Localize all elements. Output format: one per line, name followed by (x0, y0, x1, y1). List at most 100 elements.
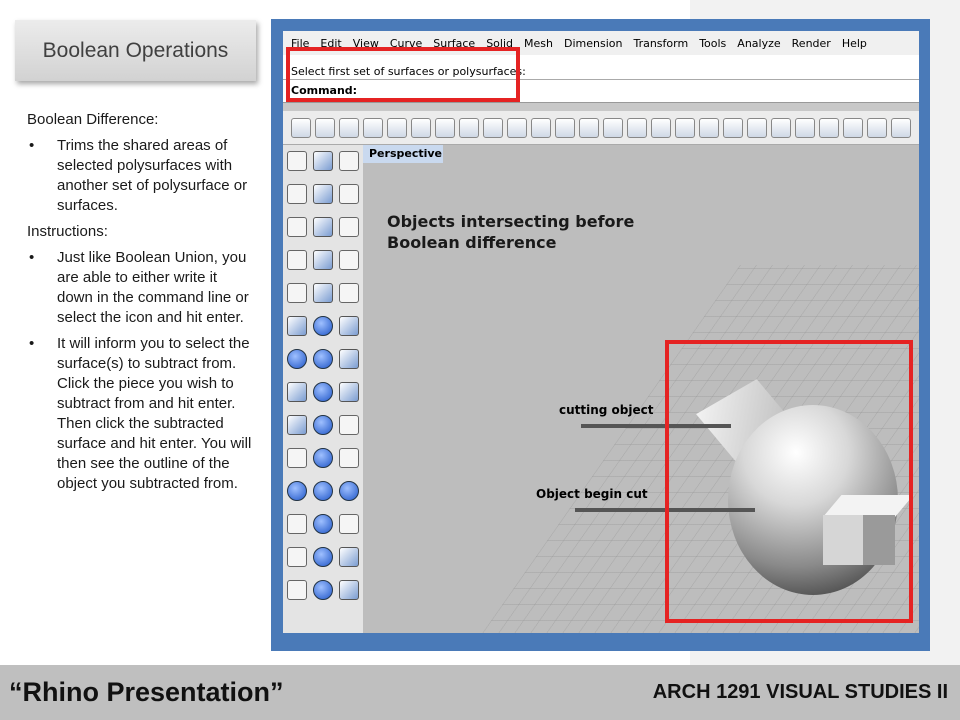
print-icon[interactable] (363, 117, 383, 138)
gear-icon[interactable] (339, 415, 359, 435)
bullet-glyph: • (29, 137, 35, 154)
standard-toolbar (283, 111, 919, 145)
difference-bullets: • Trims the shared areas of selected poly… (27, 136, 252, 216)
cut-icon[interactable] (411, 117, 431, 138)
box-bound-icon[interactable] (313, 250, 333, 270)
mesh-icon[interactable] (287, 382, 307, 402)
trim-solid-icon[interactable] (339, 448, 359, 468)
tool-column-1 (285, 151, 309, 613)
four-viewports-icon[interactable] (675, 117, 695, 138)
box-solid-icon[interactable] (313, 283, 333, 303)
layer-icon[interactable] (795, 117, 815, 138)
save-icon[interactable] (339, 117, 359, 138)
menu-help[interactable]: Help (842, 37, 867, 50)
split-icon[interactable] (287, 580, 307, 600)
bullet-item: • Trims the shared areas of selected poly… (27, 136, 252, 216)
copy-icon[interactable] (435, 117, 455, 138)
trim-icon[interactable] (287, 514, 307, 534)
polyline-icon[interactable] (287, 184, 307, 204)
boolean-difference-icon[interactable] (339, 481, 359, 501)
box-icon[interactable] (313, 151, 333, 171)
zoom-icon[interactable] (555, 117, 575, 138)
open-folder-icon[interactable] (315, 117, 335, 138)
pan-icon[interactable] (507, 117, 527, 138)
sphere-icon[interactable] (313, 316, 333, 336)
undo-view-icon[interactable] (651, 117, 671, 138)
zoom-extents-icon[interactable] (603, 117, 623, 138)
select-icon[interactable] (771, 117, 791, 138)
tube-icon[interactable] (313, 547, 333, 567)
rotate-view-icon[interactable] (531, 117, 551, 138)
footer-bar: “Rhino Presentation” ARCH 1291 VISUAL ST… (0, 665, 960, 720)
paraboloid-icon[interactable] (313, 382, 333, 402)
box-3pt-icon[interactable] (313, 184, 333, 204)
point-icon[interactable] (287, 151, 307, 171)
zoom-selected-icon[interactable] (627, 117, 647, 138)
solid-icon[interactable] (287, 349, 307, 369)
text-object-icon[interactable] (339, 547, 359, 567)
array-icon[interactable] (339, 580, 359, 600)
car-icon[interactable] (699, 117, 719, 138)
bullet-item: • Just like Boolean Union, you are able t… (27, 248, 252, 328)
cylinder-solid-icon[interactable] (339, 382, 359, 402)
rectangle-icon[interactable] (287, 250, 307, 270)
menu-dimension[interactable]: Dimension (564, 37, 622, 50)
transform-icon[interactable] (287, 547, 307, 567)
curve-icon[interactable] (287, 283, 307, 303)
section-heading-instructions: Instructions: (27, 223, 108, 240)
pyramid-icon[interactable] (313, 448, 333, 468)
menu-analyze[interactable]: Analyze (737, 37, 780, 50)
undo-icon[interactable] (483, 117, 503, 138)
torus-icon[interactable] (313, 580, 333, 600)
cone-icon[interactable] (313, 415, 333, 435)
select-arrow-icon[interactable] (339, 151, 359, 171)
annotation-cutting-object: cutting object (559, 403, 654, 417)
surface-corners-icon[interactable] (339, 316, 359, 336)
bullet-text: It will inform you to select the surface… (57, 335, 252, 492)
light-bulb-icon[interactable] (819, 117, 839, 138)
arc-icon[interactable] (339, 250, 359, 270)
boolean-icon[interactable] (287, 415, 307, 435)
extrude-icon[interactable] (339, 349, 359, 369)
polygon-icon[interactable] (339, 283, 359, 303)
bullet-glyph: • (29, 249, 35, 266)
lock-icon[interactable] (843, 117, 863, 138)
points-icon[interactable] (287, 481, 307, 501)
snap-icon[interactable] (747, 117, 767, 138)
slide-title-box: Boolean Operations (15, 20, 256, 81)
instruction-bullets: • Just like Boolean Union, you are able t… (27, 248, 252, 494)
tool-column-3 (337, 151, 361, 613)
grid-icon[interactable] (723, 117, 743, 138)
circle-icon[interactable] (287, 217, 307, 237)
viewport-caption: Objects intersecting before Boolean diff… (387, 211, 634, 253)
slide-body: Boolean Difference: • Trims the shared ar… (27, 110, 252, 500)
paste-icon[interactable] (459, 117, 479, 138)
fillet-icon[interactable] (339, 514, 359, 534)
edit-points-icon[interactable] (339, 184, 359, 204)
ellipsoid-icon[interactable] (313, 349, 333, 369)
menu-tools[interactable]: Tools (699, 37, 726, 50)
caption-line-1: Objects intersecting before (387, 212, 635, 231)
new-icon[interactable] (291, 117, 311, 138)
presentation-title: “Rhino Presentation” (9, 677, 284, 707)
import-icon[interactable] (387, 117, 407, 138)
menu-transform[interactable]: Transform (633, 37, 688, 50)
bullet-item: • It will inform you to select the surfac… (27, 334, 252, 494)
annotation-object-begin-cut: Object begin cut (536, 487, 648, 501)
material-icon[interactable] (867, 117, 887, 138)
menu-mesh[interactable]: Mesh (524, 37, 553, 50)
color-wheel-icon[interactable] (891, 117, 911, 138)
dimension-icon[interactable] (287, 448, 307, 468)
circle-center-icon[interactable] (339, 217, 359, 237)
zoom-window-icon[interactable] (579, 117, 599, 138)
surface-icon[interactable] (287, 316, 307, 336)
bullet-glyph: • (29, 335, 35, 352)
box-corners-icon[interactable] (313, 217, 333, 237)
section-heading-difference: Boolean Difference: (27, 111, 159, 128)
cylinder-icon[interactable] (313, 514, 333, 534)
menu-render[interactable]: Render (792, 37, 831, 50)
truncated-cone-icon[interactable] (313, 481, 333, 501)
bullet-text: Trims the shared areas of selected polys… (57, 137, 248, 214)
viewport-tab[interactable]: Perspective (363, 145, 443, 163)
slide-title: Boolean Operations (42, 38, 229, 62)
